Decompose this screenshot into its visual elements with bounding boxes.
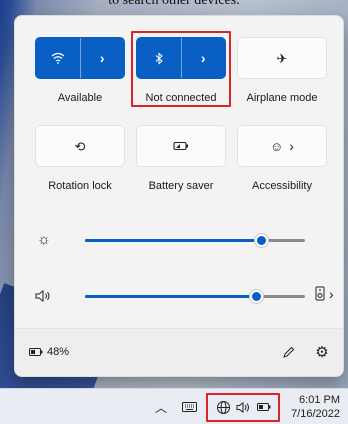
clock-time: 6:01 PM bbox=[299, 394, 340, 406]
touch-keyboard-button[interactable] bbox=[178, 389, 200, 424]
battery-icon bbox=[29, 348, 43, 356]
chevron-right-icon: › bbox=[200, 50, 206, 66]
battery-saver-label: Battery saver bbox=[148, 180, 214, 192]
edit-quick-settings-button[interactable] bbox=[278, 342, 298, 362]
audio-output-button[interactable]: › bbox=[315, 286, 334, 301]
battery-icon bbox=[256, 403, 270, 411]
show-hidden-icons-button[interactable]: ︿ bbox=[151, 389, 171, 424]
battery-saver-icon bbox=[173, 141, 188, 151]
bluetooth-tile: › bbox=[136, 37, 226, 79]
wifi-icon bbox=[51, 52, 65, 64]
background-text: to search other devices. bbox=[108, 0, 240, 8]
bluetooth-expand-button[interactable]: › bbox=[182, 38, 226, 78]
accessibility-button[interactable]: ☺ › bbox=[237, 125, 327, 167]
battery-status[interactable]: 48% bbox=[29, 346, 69, 358]
wifi-label: Available bbox=[57, 92, 103, 104]
bluetooth-label: Not connected bbox=[145, 92, 217, 104]
taskbar: ︿ 6:01 PM 7/16/2022 bbox=[0, 388, 348, 424]
volume-row: › bbox=[35, 286, 335, 306]
battery-saver-button[interactable] bbox=[136, 125, 226, 167]
brightness-icon: ☼ bbox=[37, 231, 51, 248]
volume-icon bbox=[35, 290, 50, 302]
brightness-row: ☼ bbox=[35, 230, 335, 250]
quick-settings-panel: › Available › Not connected ✈ Airplane m… bbox=[14, 15, 344, 377]
wifi-toggle-button[interactable] bbox=[36, 38, 81, 78]
brightness-fill bbox=[85, 239, 261, 242]
taskbar-clock[interactable]: 6:01 PM 7/16/2022 bbox=[291, 393, 340, 421]
chevron-right-icon: › bbox=[99, 50, 105, 66]
airplane-mode-button[interactable]: ✈ bbox=[237, 37, 327, 79]
volume-slider[interactable] bbox=[85, 289, 305, 304]
accessibility-label: Accessibility bbox=[252, 180, 312, 192]
accessibility-icon: ☺ bbox=[270, 138, 284, 154]
network-globe-icon bbox=[216, 400, 230, 414]
volume-icon bbox=[236, 401, 249, 413]
gear-icon: ⚙ bbox=[315, 343, 329, 361]
wifi-tile: › bbox=[35, 37, 125, 79]
panel-footer: 48% ⚙ bbox=[15, 328, 343, 376]
rotation-lock-icon: ⟲ bbox=[74, 138, 86, 154]
volume-fill bbox=[85, 295, 257, 298]
bluetooth-icon bbox=[155, 51, 163, 65]
battery-percent: 48% bbox=[47, 346, 70, 358]
brightness-thumb[interactable] bbox=[253, 233, 269, 248]
settings-button[interactable]: ⚙ bbox=[312, 342, 332, 362]
chevron-right-icon: › bbox=[289, 138, 294, 154]
wifi-expand-button[interactable]: › bbox=[81, 38, 125, 78]
keyboard-icon bbox=[181, 402, 197, 412]
volume-thumb[interactable] bbox=[249, 289, 265, 304]
chevron-up-icon: ︿ bbox=[154, 400, 167, 415]
rotation-lock-label: Rotation lock bbox=[48, 180, 112, 192]
quick-settings-tray-button[interactable] bbox=[210, 389, 276, 424]
clock-date: 7/16/2022 bbox=[291, 408, 340, 420]
airplane-mode-label: Airplane mode bbox=[246, 92, 318, 104]
rotation-lock-button[interactable]: ⟲ bbox=[35, 125, 125, 167]
airplane-icon: ✈ bbox=[276, 50, 288, 66]
bluetooth-toggle-button[interactable] bbox=[137, 38, 182, 78]
brightness-slider[interactable] bbox=[85, 233, 305, 248]
pencil-icon bbox=[282, 346, 294, 358]
audio-output-icon bbox=[315, 286, 325, 301]
chevron-right-icon: › bbox=[329, 285, 334, 302]
